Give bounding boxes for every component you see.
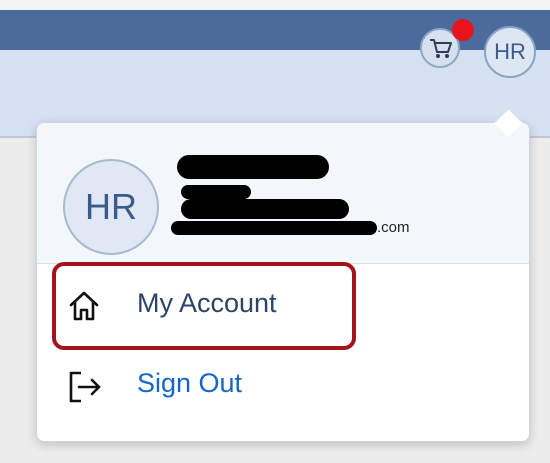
menu-item-sign-out[interactable]: Sign Out [37,353,529,421]
profile-initials: HR [85,186,137,227]
profile-avatar: HR [63,159,159,255]
top-strip [0,0,550,10]
email-suffix: .com [377,219,410,236]
annotation-highlight [52,262,356,350]
cart-icon [430,39,452,58]
notification-badge [452,19,474,41]
user-avatar-button[interactable]: HR [484,26,536,78]
menu-item-label: Sign Out [137,368,243,398]
avatar-initials: HR [494,39,526,64]
redacted-email [171,221,377,235]
redacted-name-line3 [181,199,349,219]
redacted-name [177,155,329,179]
sign-out-icon [69,371,101,403]
redacted-name-line2 [181,185,251,199]
profile-header: HR .com [37,123,529,264]
